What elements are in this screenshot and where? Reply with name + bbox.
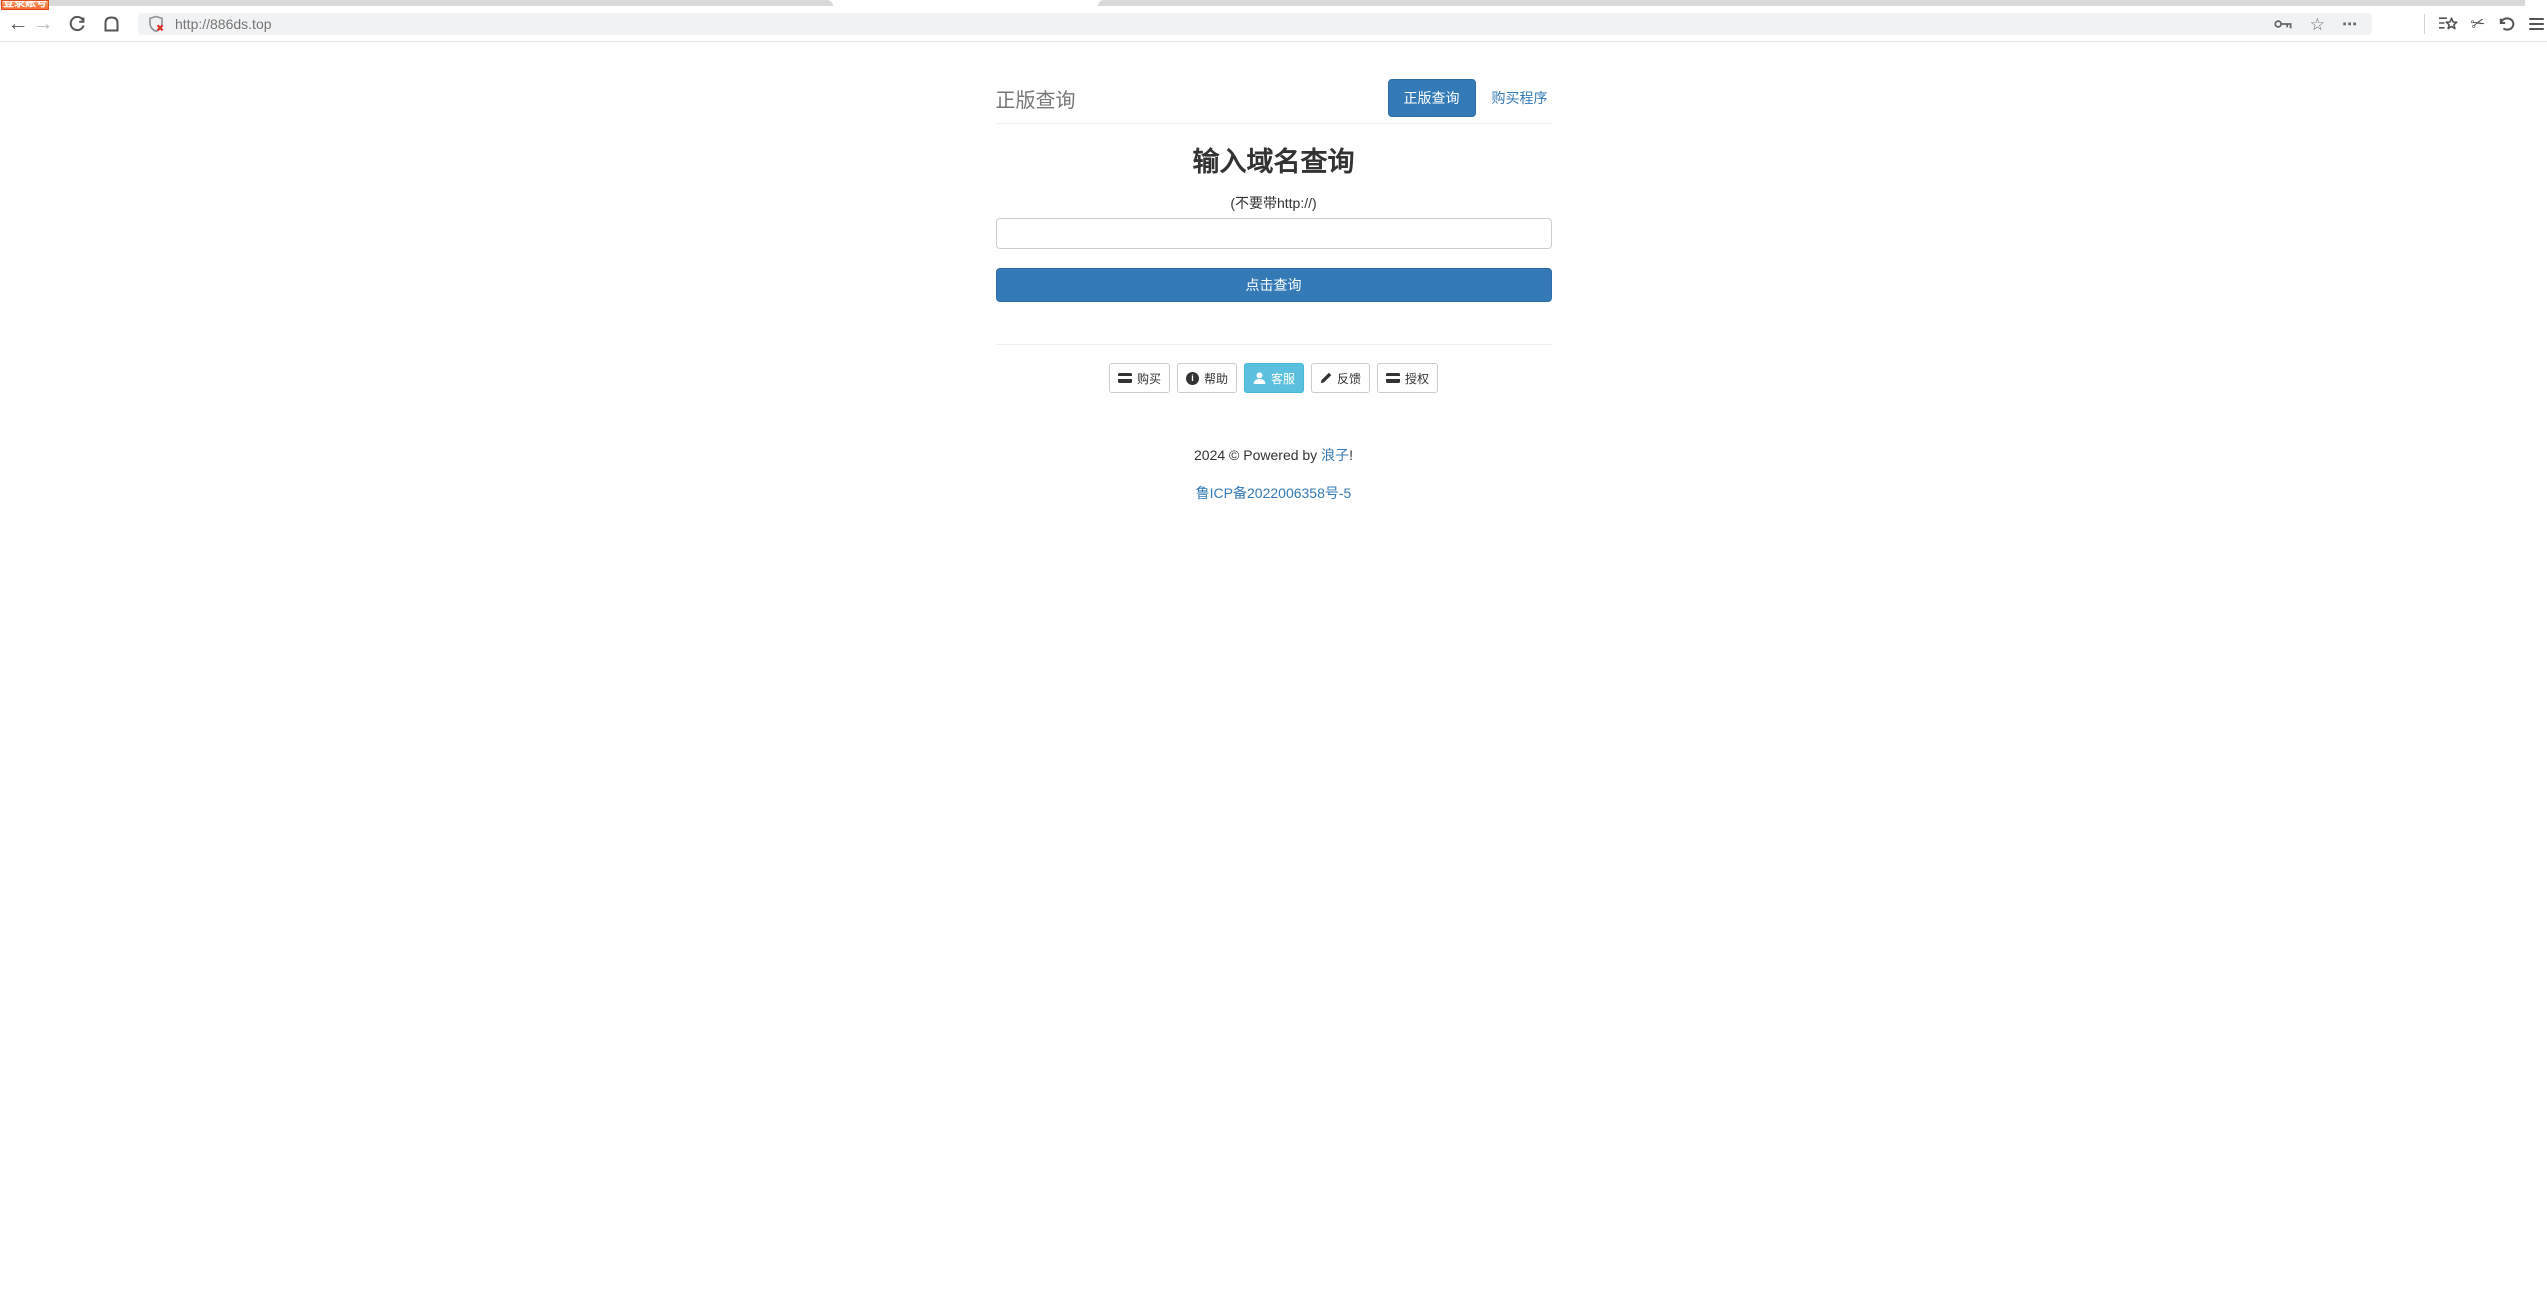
main-container: 正版查询 正版查询 购买程序 输入域名查询 (不要带http://) 点击查询 … <box>996 79 1552 503</box>
apps-grid-icon[interactable] <box>2397 17 2411 31</box>
back-button[interactable]: ← <box>5 6 31 41</box>
customer-service-label: 客服 <box>1271 370 1295 387</box>
info-icon: i <box>1186 372 1199 385</box>
site-brand: 正版查询 <box>996 84 1076 113</box>
help-button[interactable]: i 帮助 <box>1177 363 1237 393</box>
footer-powered-by: 2024 © Powered by 浪子! <box>996 445 1552 465</box>
forward-button[interactable]: → <box>30 6 56 41</box>
domain-input[interactable] <box>996 218 1552 249</box>
reload-button[interactable] <box>64 6 90 41</box>
browser-chrome: 登录账号 ← → <box>0 0 2547 42</box>
more-options-icon[interactable]: ⋯ <box>2342 15 2358 33</box>
powered-by-suffix: ! <box>1349 447 1353 463</box>
page-body: 正版查询 正版查询 购买程序 输入域名查询 (不要带http://) 点击查询 … <box>0 79 2547 1316</box>
page-header: 正版查询 正版查询 购买程序 <box>996 79 1552 124</box>
top-nav: 正版查询 购买程序 <box>1388 79 1552 117</box>
favorites-list-icon[interactable] <box>2438 15 2458 32</box>
feedback-button[interactable]: 反馈 <box>1311 363 1370 393</box>
author-link[interactable]: 浪子 <box>1321 447 1349 463</box>
help-button-label: 帮助 <box>1204 370 1228 387</box>
content-divider <box>996 344 1552 345</box>
url-text: http://886ds.top <box>175 16 272 32</box>
pencil-icon <box>1320 372 1332 384</box>
feedback-button-label: 反馈 <box>1337 370 1361 387</box>
toolbar-separator <box>2424 14 2425 34</box>
login-account-badge[interactable]: 登录账号 <box>1 0 49 10</box>
icp-record-link[interactable]: 鲁ICP备2022006358号-5 <box>1196 485 1352 501</box>
forward-icon: → <box>33 12 54 36</box>
home-button[interactable] <box>98 6 124 41</box>
user-icon <box>1253 372 1266 385</box>
icp-record-line: 鲁ICP备2022006358号-5 <box>996 483 1552 503</box>
credit-card-icon <box>1386 373 1400 383</box>
buy-button-label: 购买 <box>1137 370 1161 387</box>
menu-icon[interactable] <box>2529 18 2544 30</box>
query-heading: 输入域名查询 <box>996 140 1552 179</box>
browser-toolbar: ← → <box>0 6 2547 42</box>
screenshot-scissors-icon[interactable]: ✂ <box>2468 12 2487 35</box>
home-icon <box>102 14 121 33</box>
address-bar[interactable]: http://886ds.top ☆ ⋯ <box>138 13 2372 35</box>
powered-by-text: 2024 © Powered by <box>1194 447 1321 463</box>
action-button-row: 购买 i 帮助 客服 <box>996 363 1552 393</box>
authorization-button[interactable]: 授权 <box>1377 363 1438 393</box>
reload-icon <box>68 15 86 33</box>
credit-card-icon <box>1118 373 1132 383</box>
customer-service-button[interactable]: 客服 <box>1244 363 1304 393</box>
query-note: (不要带http://) <box>996 193 1552 213</box>
login-account-badge-label: 登录账号 <box>3 0 47 9</box>
back-icon: ← <box>8 12 29 36</box>
bookmark-star-icon[interactable]: ☆ <box>2310 16 2325 33</box>
shield-security-icon[interactable] <box>148 15 165 33</box>
buy-button[interactable]: 购买 <box>1109 363 1170 393</box>
query-submit-button[interactable]: 点击查询 <box>996 268 1552 302</box>
password-key-icon[interactable] <box>2274 18 2293 30</box>
nav-genuine-query-button[interactable]: 正版查询 <box>1388 79 1476 117</box>
nav-buy-program-link[interactable]: 购买程序 <box>1488 80 1552 116</box>
authorization-button-label: 授权 <box>1405 370 1429 387</box>
undo-icon[interactable] <box>2498 16 2516 32</box>
toolbar-right-icons: ✂ <box>2397 6 2544 41</box>
